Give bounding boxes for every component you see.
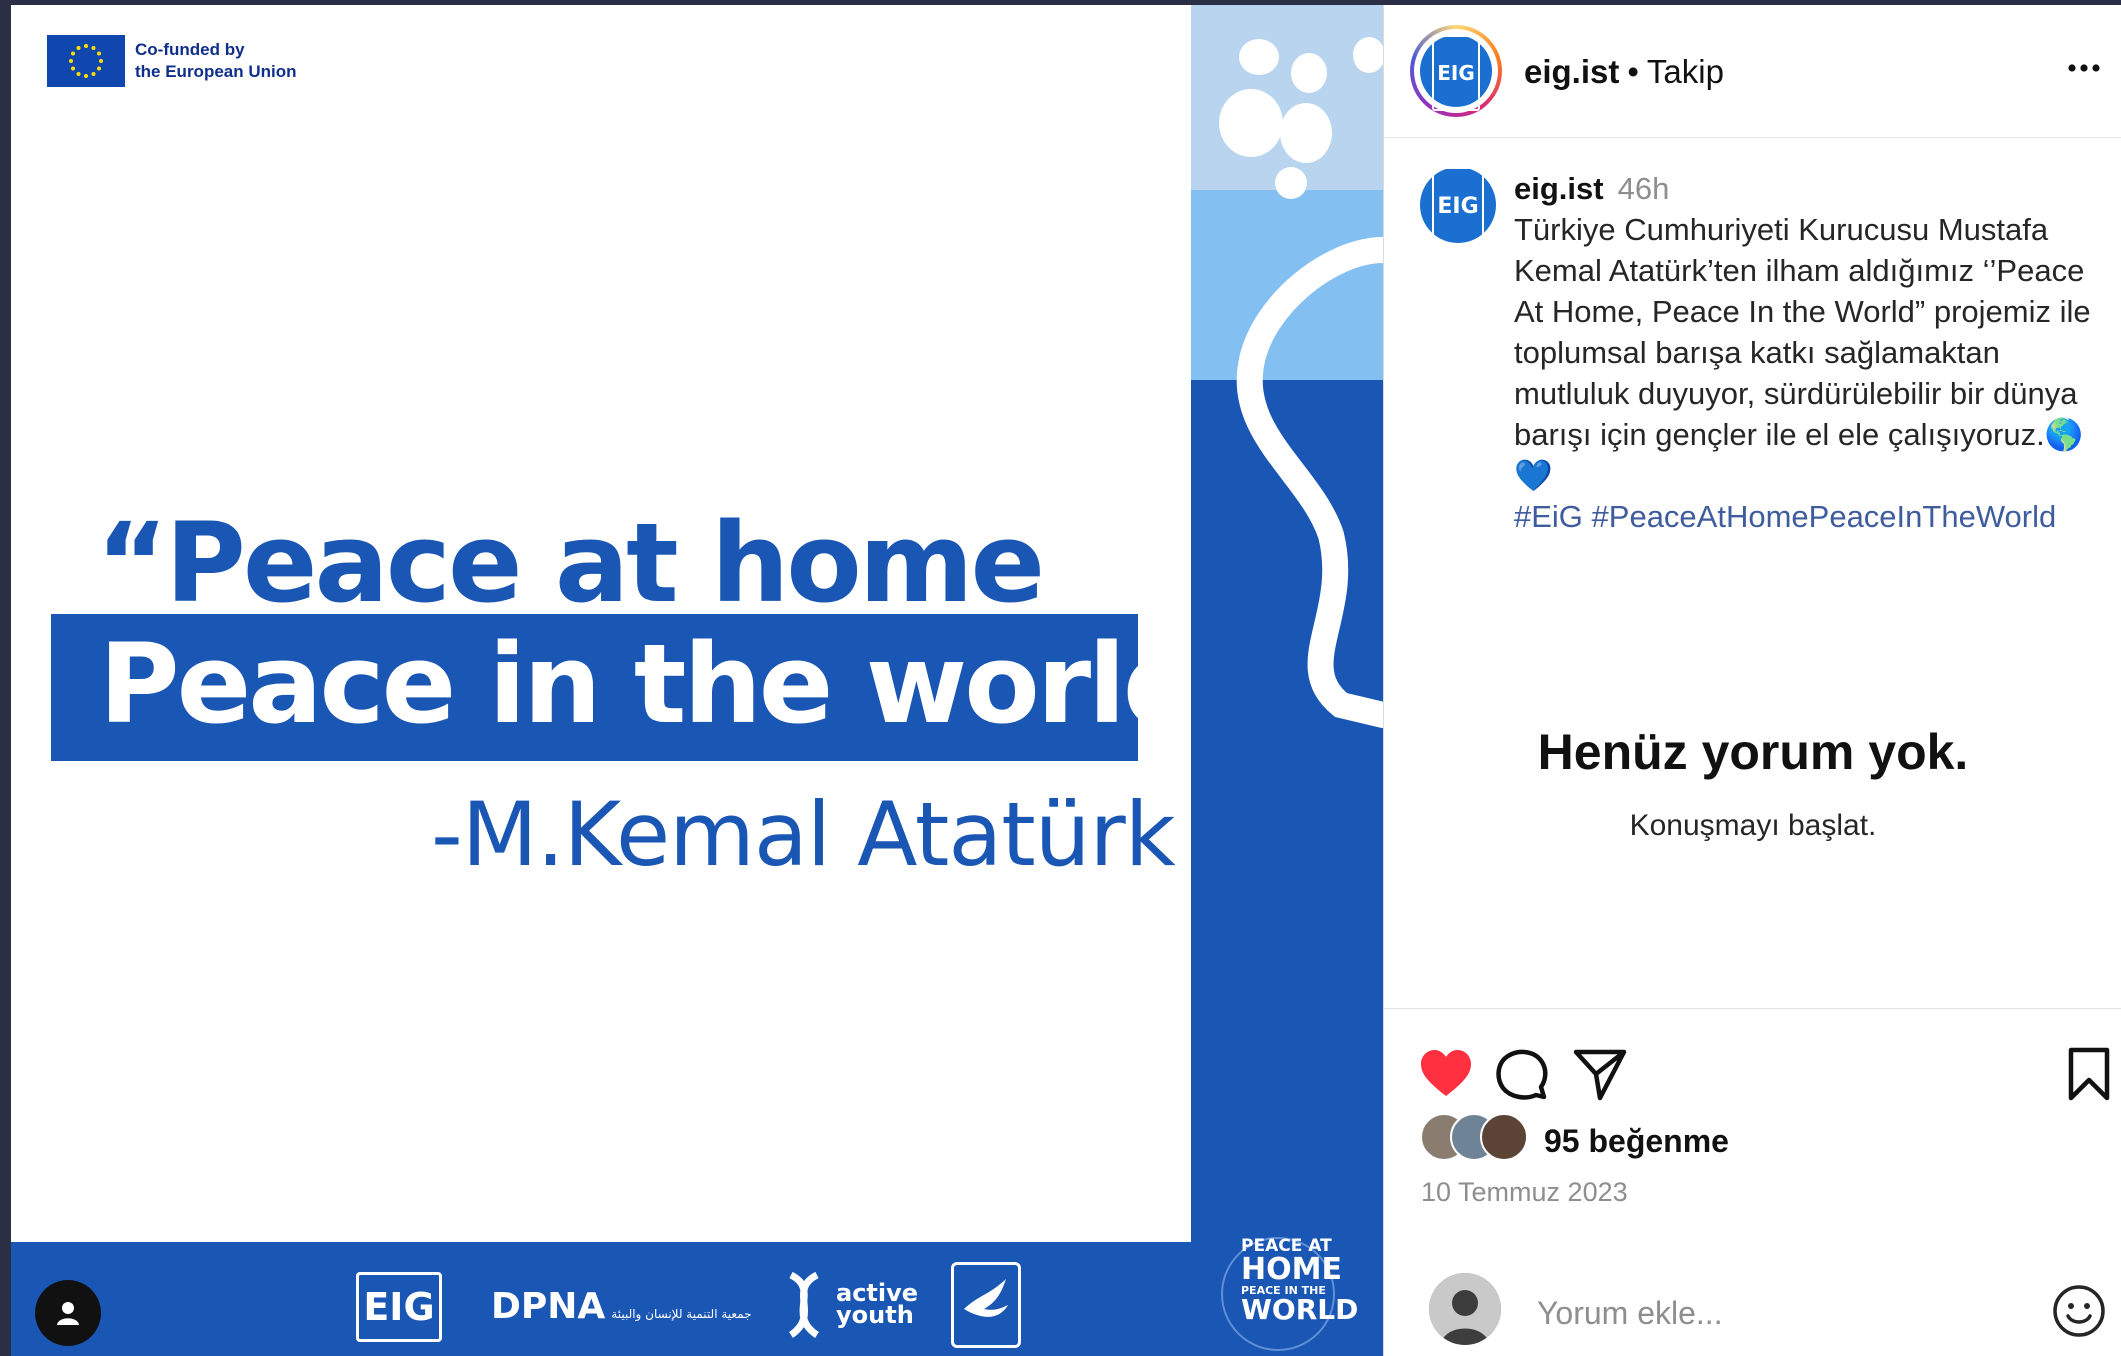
decorative-strip [1191,5,1383,1356]
active-youth-logo: active youth [836,1279,919,1329]
add-comment-input[interactable] [1535,1290,2019,1336]
post-date[interactable]: 10 Temmuz 2023 [1421,1177,1628,1208]
no-comments-title: Henüz yorum yok. [1537,724,1969,780]
comment-button[interactable] [1494,1046,1550,1102]
bookmark-icon [2068,1047,2110,1101]
likes-count[interactable]: 95 beğenme [1544,1123,1729,1160]
actions-divider [1384,1008,2121,1009]
comment-icon [1496,1049,1548,1100]
wave-decoration [1219,37,1383,728]
eu-cofunded-badge: Co-funded by the European Union [47,35,297,87]
more-horizontal-icon [2068,64,2100,72]
emoji-icon [2053,1285,2105,1337]
emoji-button[interactable] [2051,1283,2107,1339]
dove-icon [964,1279,1008,1317]
caption-time[interactable]: 46h [1618,171,1670,206]
caption-author[interactable]: eig.ist [1514,171,1604,206]
profile-avatar[interactable]: EIG [1420,35,1492,111]
post-dialog: Co-funded by the European Union “Peace a… [11,5,2121,1356]
eu-text-line2: the European Union [135,62,297,81]
peace-at-home-badge-text: PEACE AT HOME PEACE IN THE WORLD [1241,1236,1359,1326]
current-user-avatar [1429,1273,1501,1345]
send-icon [1573,1049,1627,1101]
header-user-line: eig.ist • Takip [1524,53,1724,91]
quote-highlight-box: Peace in the world” [51,614,1271,761]
eig-logo: EIG [356,1272,442,1342]
active-youth-icon [788,1271,820,1338]
eu-text-line1: Co-funded by [135,40,245,59]
separator-dot: • [1627,53,1639,90]
post-header: EIG eig.ist • Takip [1384,5,2121,138]
caption-avatar[interactable]: EIG [1420,167,1496,247]
save-button[interactable] [2061,1046,2117,1102]
dpna-logo: DPNA جمعية التنمية للإنسان والبيئة [491,1286,752,1327]
username-link[interactable]: eig.ist [1524,53,1619,90]
partners-band: EIG DPNA جمعية التنمية للإنسان والبيئة ac… [11,1242,1383,1356]
quote-line-1: “Peace at home [96,499,1045,627]
caption-text: Türkiye Cumhuriyeti Kurucusu Mustafa Kem… [1514,212,2091,493]
follow-button[interactable]: Takip [1647,53,1724,90]
share-button[interactable] [1572,1046,1628,1102]
eu-flag-icon [47,35,125,87]
user-icon [57,1302,79,1325]
heart-filled-icon [1421,1050,1471,1096]
story-ring[interactable]: EIG [1410,25,1502,117]
generations-for-peace-logo [951,1262,1021,1348]
tagged-users-button[interactable] [35,1280,101,1346]
post-caption: eig.ist 46h Türkiye Cumhuriyeti Kurucusu … [1514,168,2114,537]
more-options-button[interactable] [2064,53,2104,83]
caption-hashtags[interactable]: #EiG #PeaceAtHomePeaceInTheWorld [1514,499,2056,534]
like-button[interactable] [1418,1046,1474,1102]
post-image: Co-funded by the European Union “Peace a… [11,5,1383,1356]
start-conversation-text: Konuşmayı başlat. [1629,809,1877,842]
quote-line-2: Peace in the world” [99,620,1271,748]
quote-author: -M.Kemal Atatürk [431,783,1176,886]
